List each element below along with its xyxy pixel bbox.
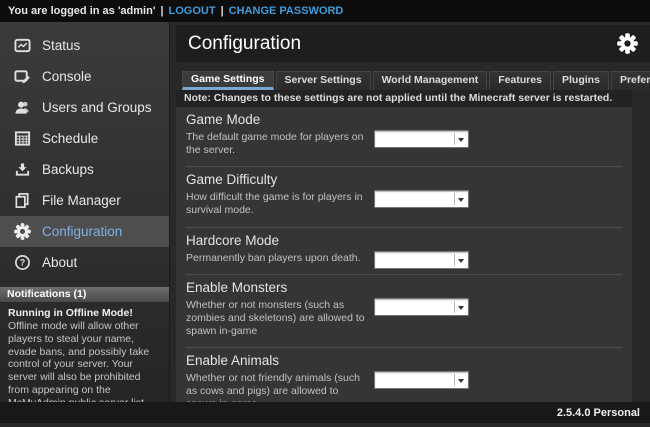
about-icon: ? bbox=[13, 254, 31, 272]
schedule-icon bbox=[13, 130, 31, 148]
sidebar-item-file-manager[interactable]: File Manager bbox=[0, 185, 169, 216]
setting-description: How difficult the game is for players in… bbox=[186, 191, 366, 217]
sidebar-item-about[interactable]: ? About bbox=[0, 247, 169, 278]
sidebar-item-label: Console bbox=[42, 69, 92, 84]
notifications-header: Notifications (1) bbox=[0, 287, 169, 302]
enable-monsters-select[interactable] bbox=[374, 298, 469, 316]
sidebar-item-label: Backups bbox=[42, 162, 94, 177]
notification-title: Running in Offline Mode! bbox=[8, 307, 161, 319]
page-title: Configuration bbox=[188, 33, 617, 55]
file-manager-icon bbox=[13, 192, 31, 210]
setting-title: Game Difficulty bbox=[186, 172, 622, 187]
tab-features[interactable]: Features bbox=[489, 71, 551, 90]
tab-world-management[interactable]: World Management bbox=[373, 71, 488, 90]
sidebar-item-status[interactable]: Status bbox=[0, 30, 169, 61]
sidebar-item-console[interactable]: Console bbox=[0, 61, 169, 92]
console-icon bbox=[13, 68, 31, 86]
setting-title: Game Mode bbox=[186, 112, 622, 127]
setting-enable-animals: Enable Animals Whether or not friendly a… bbox=[186, 347, 622, 402]
sidebar-item-label: File Manager bbox=[42, 193, 121, 208]
svg-text:?: ? bbox=[19, 258, 24, 268]
separator: | bbox=[221, 5, 224, 17]
setting-description: Whether or not friendly animals (such as… bbox=[186, 372, 366, 402]
logout-link[interactable]: LOGOUT bbox=[169, 5, 216, 17]
separator: | bbox=[160, 5, 163, 17]
sidebar: Status Console Users and Groups Schedule… bbox=[0, 22, 170, 402]
tab-preferences[interactable]: Preferences bbox=[611, 71, 650, 90]
tab-server-settings[interactable]: Server Settings bbox=[276, 71, 371, 90]
enable-animals-select[interactable] bbox=[374, 371, 469, 389]
sidebar-item-backups[interactable]: Backups bbox=[0, 154, 169, 185]
users-icon bbox=[13, 99, 31, 117]
sidebar-item-label: Schedule bbox=[42, 131, 98, 146]
sidebar-item-schedule[interactable]: Schedule bbox=[0, 123, 169, 154]
page-header: Configuration bbox=[176, 25, 650, 62]
setting-description: Permanently ban players upon death. bbox=[186, 252, 366, 265]
setting-description: Whether or not monsters (such as zombies… bbox=[186, 299, 366, 338]
setting-enable-monsters: Enable Monsters Whether or not monsters … bbox=[186, 274, 622, 347]
version-label: 2.5.4.0 Personal bbox=[557, 407, 640, 419]
hardcore-mode-select[interactable] bbox=[374, 251, 469, 269]
config-tabs: Game Settings Server Settings World Mana… bbox=[182, 71, 650, 90]
settings-panel: Note: Changes to these settings are not … bbox=[176, 90, 632, 402]
setting-title: Enable Animals bbox=[186, 353, 622, 368]
sidebar-item-label: About bbox=[42, 255, 77, 270]
tab-plugins[interactable]: Plugins bbox=[553, 71, 609, 90]
setting-hardcore-mode: Hardcore Mode Permanently ban players up… bbox=[186, 227, 622, 274]
setting-game-difficulty: Game Difficulty How difficult the game i… bbox=[186, 166, 622, 226]
change-password-link[interactable]: CHANGE PASSWORD bbox=[229, 5, 344, 17]
setting-game-mode: Game Mode The default game mode for play… bbox=[186, 107, 622, 166]
sidebar-item-label: Configuration bbox=[42, 224, 122, 239]
sidebar-item-configuration[interactable]: Configuration bbox=[0, 216, 169, 247]
sidebar-menu: Status Console Users and Groups Schedule… bbox=[0, 30, 169, 278]
setting-title: Hardcore Mode bbox=[186, 233, 622, 248]
restart-note: Note: Changes to these settings are not … bbox=[176, 90, 632, 107]
sidebar-item-label: Users and Groups bbox=[42, 100, 152, 115]
gear-icon bbox=[617, 33, 638, 54]
gear-icon bbox=[13, 223, 31, 241]
tab-game-settings[interactable]: Game Settings bbox=[182, 71, 274, 90]
setting-description: The default game mode for players on the… bbox=[186, 131, 366, 157]
sidebar-item-label: Status bbox=[42, 38, 80, 53]
setting-title: Enable Monsters bbox=[186, 280, 622, 295]
game-mode-select[interactable] bbox=[374, 130, 469, 148]
logged-in-text: You are logged in as 'admin' bbox=[8, 5, 155, 17]
backups-icon bbox=[13, 161, 31, 179]
status-icon bbox=[13, 37, 31, 55]
top-bar: You are logged in as 'admin' | LOGOUT | … bbox=[0, 0, 650, 22]
game-difficulty-select[interactable] bbox=[374, 190, 469, 208]
footer-bar: 2.5.4.0 Personal bbox=[0, 402, 650, 423]
sidebar-item-users-and-groups[interactable]: Users and Groups bbox=[0, 92, 169, 123]
